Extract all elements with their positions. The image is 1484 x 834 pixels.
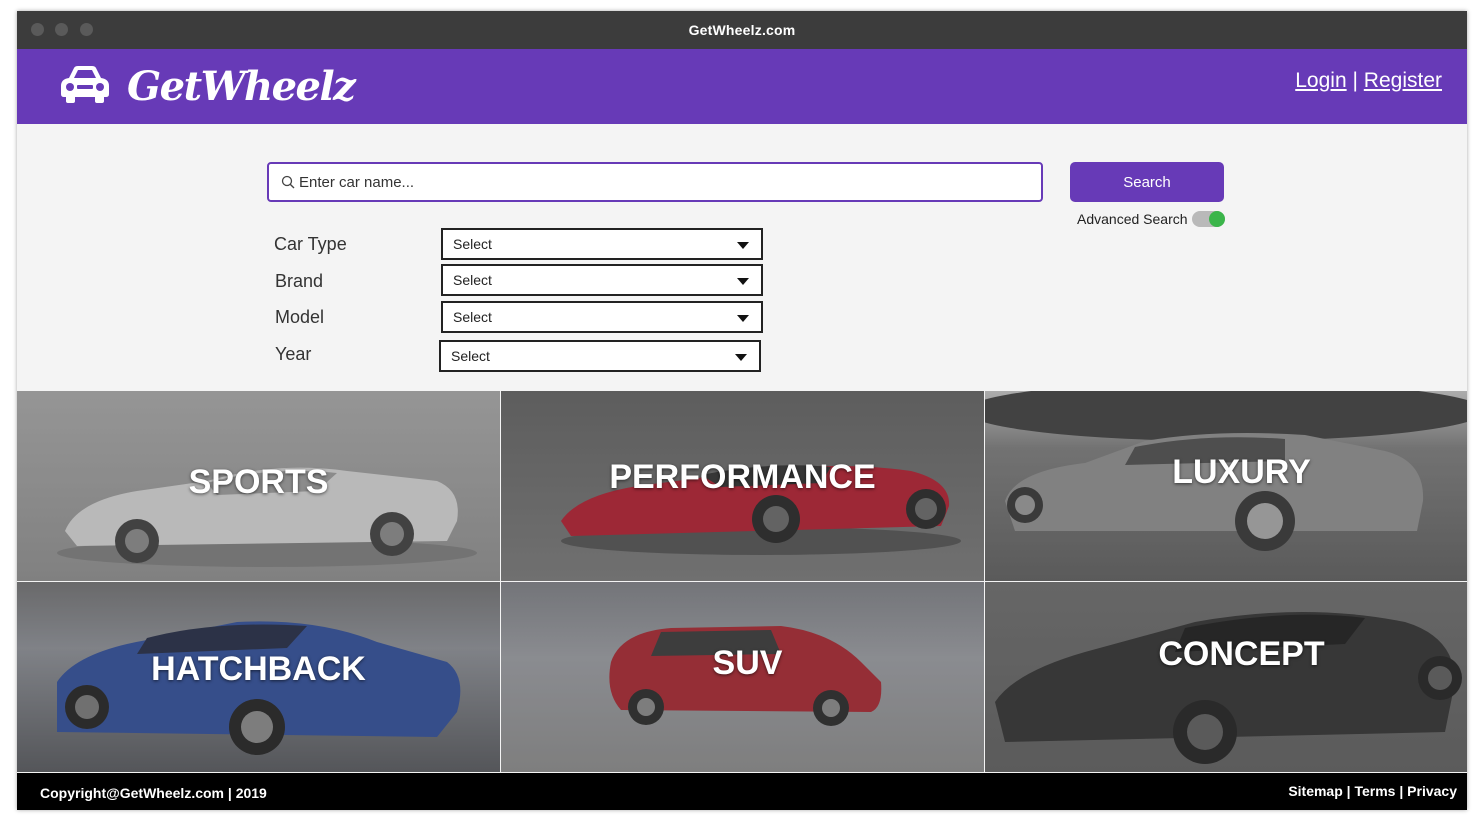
car-logo-icon [59, 64, 111, 109]
filter-label-model: Model [275, 307, 325, 327]
category-tile-hatchback[interactable]: HATCHBACK [17, 582, 500, 772]
chevron-down-icon [737, 315, 749, 322]
select-value: Select [453, 272, 492, 288]
advanced-search-label: Advanced Search [1077, 211, 1188, 227]
category-tile-concept[interactable]: CONCEPT [985, 582, 1467, 772]
register-link[interactable]: Register [1364, 69, 1442, 92]
select-value: Select [451, 348, 490, 364]
category-label: CONCEPT [1158, 635, 1325, 673]
copyright-text: Copyright@GetWheelz.com | 2019 [40, 785, 267, 801]
tile-overlay [985, 582, 1467, 772]
category-label: SPORTS [188, 463, 329, 501]
category-grid: SPORTS PERFORMANCE LUXURY HATCHBACK SUV … [17, 391, 1467, 773]
select-year[interactable]: Select [439, 340, 761, 372]
select-car-type[interactable]: Select [441, 228, 763, 260]
filter-label-car-type: Car Type [274, 234, 347, 254]
auth-separator: | [1352, 69, 1358, 92]
brand-logo[interactable]: GetWheelz [127, 63, 356, 110]
footer-links: Sitemap | Terms | Privacy [1288, 783, 1457, 799]
search-input[interactable] [299, 164, 1019, 200]
footer-separator: | [1346, 783, 1351, 799]
chevron-down-icon [735, 354, 747, 361]
category-tile-luxury[interactable]: LUXURY [985, 391, 1467, 581]
search-field[interactable] [267, 162, 1043, 202]
toggle-knob [1209, 211, 1225, 227]
search-button[interactable]: Search [1070, 162, 1224, 202]
site-header: GetWheelz Login | Register [17, 49, 1467, 124]
select-model[interactable]: Select [441, 301, 763, 333]
auth-links: Login | Register [1295, 69, 1442, 93]
category-label: SUV [712, 644, 783, 682]
site-footer: Copyright@GetWheelz.com | 2019 Sitemap |… [17, 773, 1467, 810]
login-link[interactable]: Login [1295, 69, 1346, 92]
category-tile-performance[interactable]: PERFORMANCE [501, 391, 984, 581]
chevron-down-icon [737, 242, 749, 249]
privacy-link[interactable]: Privacy [1407, 783, 1457, 799]
select-brand[interactable]: Select [441, 264, 763, 296]
select-value: Select [453, 236, 492, 252]
terms-link[interactable]: Terms [1354, 783, 1395, 799]
window-titlebar: GetWheelz.com [17, 11, 1467, 49]
filter-label-year: Year [275, 344, 312, 364]
select-value: Select [453, 309, 492, 325]
category-tile-suv[interactable]: SUV [501, 582, 984, 772]
sitemap-link[interactable]: Sitemap [1288, 783, 1342, 799]
filter-label-brand: Brand [275, 271, 324, 291]
search-icon [281, 175, 295, 194]
category-tile-sports[interactable]: SPORTS [17, 391, 500, 581]
category-label: PERFORMANCE [609, 458, 876, 496]
window-title: GetWheelz.com [688, 22, 796, 38]
category-label: HATCHBACK [151, 650, 366, 688]
footer-separator: | [1399, 783, 1404, 799]
advanced-search-toggle[interactable] [1192, 211, 1225, 227]
browser-window: GetWheelz.com GetWheelz Login | Register [17, 11, 1467, 810]
chevron-down-icon [737, 278, 749, 285]
category-label: LUXURY [1172, 453, 1311, 491]
